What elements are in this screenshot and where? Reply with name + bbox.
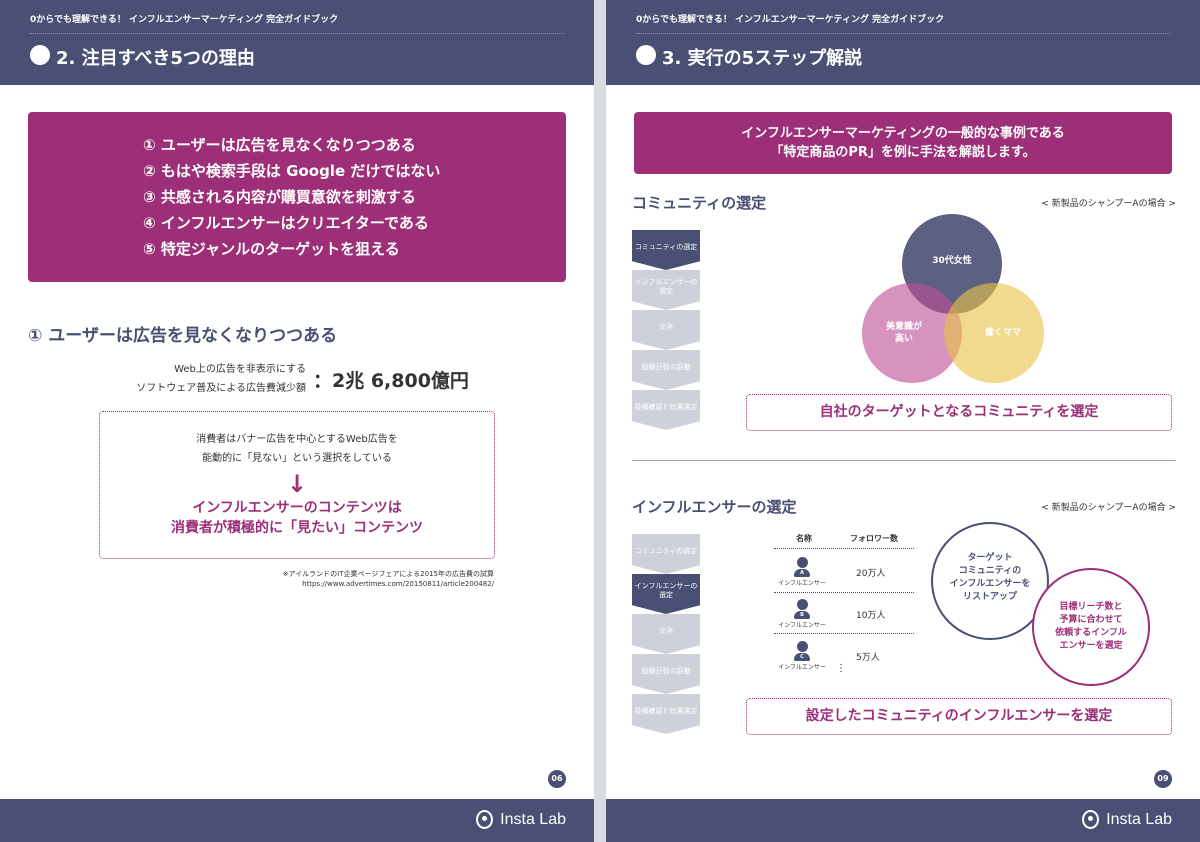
source-note-text: ※アイルランドのIT企業ページフェアによる2015年の広告費の試算 xyxy=(282,570,494,578)
table-header-followers: フォロワー数 xyxy=(850,534,898,543)
table-divider xyxy=(774,592,914,593)
header-divider xyxy=(30,33,564,34)
reason-item: ④ インフルエンサーはクリエイターである xyxy=(143,214,429,232)
step-schedule: 投稿日程の調整 xyxy=(632,350,700,390)
case-box: インフルエンサーマーケティングの一般的な事例である 「特定商品のPR」を例に手法… xyxy=(634,112,1172,174)
influencer-avatar: B インフルエンサー xyxy=(772,599,832,629)
highlight-line: 消費者が積極的に「見たい」コンテンツ xyxy=(171,520,423,536)
source-note: ※アイルランドのIT企業ページフェアによる2015年の広告費の試算 https:… xyxy=(283,569,494,589)
circle-line: 目標リーチ数と xyxy=(1059,602,1123,612)
table-header-name: 名称 xyxy=(796,534,812,543)
reason-item: ① ユーザーは広告を見なくなりつつある xyxy=(143,136,416,154)
section-divider xyxy=(632,460,1176,461)
brand-logo: Insta Lab xyxy=(476,810,566,829)
bullet-icon xyxy=(636,45,656,65)
step-measure: 投稿確認と効果測定 xyxy=(632,390,700,430)
consumer-text-line: 能動的に「見ない」という選択をしている xyxy=(202,453,392,464)
table-divider xyxy=(774,633,914,634)
step-influencer: インフルエンサーの選定 xyxy=(632,574,700,614)
venn-circle-working-moms: 働くママ xyxy=(944,283,1044,383)
venn-label-line: 高い xyxy=(894,334,913,344)
reason-item: ⑤ 特定ジャンルのターゲットを狙える xyxy=(143,240,400,258)
reason-item: ② もはや検索手段は Google だけではない xyxy=(143,162,441,180)
step-list: コミュニティの選定 インフルエンサーの選定 交渉 投稿日程の調整 投稿確認と効果… xyxy=(632,230,700,430)
influencer-title: インフルエンサーの選定 xyxy=(632,498,797,516)
stat-label-line: ソフトウェア普及による広告費減少額 xyxy=(136,383,306,394)
stat-label: Web上の広告を非表示にする ソフトウェア普及による広告費減少額 xyxy=(136,360,306,398)
page-title: 2. 注目すべき5つの理由 xyxy=(56,48,255,69)
page-footer: Insta Lab xyxy=(0,799,594,842)
brand-name: Insta Lab xyxy=(1106,810,1172,828)
influencer-banner: 設定したコミュニティのインフルエンサーを選定 xyxy=(746,698,1172,735)
camera-icon xyxy=(1082,810,1100,829)
circle-line: エンサーを選定 xyxy=(1059,641,1123,651)
brand-name: Insta Lab xyxy=(500,810,566,828)
brand-logo: Insta Lab xyxy=(1082,810,1172,829)
arrow-down-icon: ↓ xyxy=(286,470,308,498)
page-number: 09 xyxy=(1154,770,1172,788)
step-schedule: 投稿日程の調整 xyxy=(632,654,700,694)
influencer-label: インフルエンサー xyxy=(778,664,826,671)
circle-line: インフルエンサーを xyxy=(949,579,1031,589)
step-negotiation: 交渉 xyxy=(632,310,700,350)
more-icon: ⋮ xyxy=(836,663,846,674)
circle-line: 依頼するインフル xyxy=(1055,628,1127,638)
page-number: 06 xyxy=(548,770,566,788)
case-note: < 新製品のシャンプーAの場合 > xyxy=(1041,199,1176,209)
influencer-badge: A xyxy=(794,569,810,577)
case-line: 「特定商品のPR」を例に手法を解説します。 xyxy=(770,145,1036,160)
influencer-label: インフルエンサー xyxy=(778,622,826,629)
influencer-badge: B xyxy=(794,611,810,619)
person-icon xyxy=(796,557,808,568)
influencer-badge: C xyxy=(794,653,810,661)
reason-item: ③ 共感される内容が購買意欲を刺激する xyxy=(143,188,416,206)
table-divider xyxy=(774,548,914,549)
influencer-followers: 20万人 xyxy=(856,569,886,579)
page-header: 0からでも理解できる！ インフルエンサーマーケティング 完全ガイドブック 2. … xyxy=(0,0,594,85)
highlight-line: インフルエンサーのコンテンツは xyxy=(192,500,402,516)
person-icon xyxy=(796,599,808,610)
page-right: 0からでも理解できる！ インフルエンサーマーケティング 完全ガイドブック 3. … xyxy=(606,0,1200,842)
circle-line: リストアップ xyxy=(962,592,1017,602)
influencer-followers: 10万人 xyxy=(856,611,886,621)
step-community: コミュニティの選定 xyxy=(632,230,700,270)
step-list: コミュニティの選定 インフルエンサーの選定 交渉 投稿日程の調整 投稿確認と効果… xyxy=(632,534,700,734)
header-subtitle: 0からでも理解できる！ インフルエンサーマーケティング 完全ガイドブック xyxy=(636,15,945,25)
step-influencer: インフルエンサーの選定 xyxy=(632,270,700,310)
bullet-icon xyxy=(30,45,50,65)
stat-value: ：2兆 6,800億円 xyxy=(313,370,469,392)
circle-line: コミュニティの xyxy=(958,566,1022,576)
step-community: コミュニティの選定 xyxy=(632,534,700,574)
community-title: コミュニティの選定 xyxy=(632,194,767,212)
community-banner: 自社のターゲットとなるコミュニティを選定 xyxy=(746,394,1172,431)
camera-icon xyxy=(476,810,494,829)
case-note: < 新製品のシャンプーAの場合 > xyxy=(1041,503,1176,513)
highlight-text: インフルエンサーのコンテンツは 消費者が積極的に「見たい」コンテンツ xyxy=(100,498,494,538)
source-url: https://www.advertimes.com/20150811/arti… xyxy=(302,580,494,588)
venn-label-line: 美意識が xyxy=(885,322,922,332)
influencer-followers: 5万人 xyxy=(856,653,880,663)
influencer-label: インフルエンサー xyxy=(778,580,826,587)
step-measure: 投稿確認と効果測定 xyxy=(632,694,700,734)
header-divider xyxy=(636,33,1170,34)
circle-line: ターゲット xyxy=(967,553,1013,563)
page-header: 0からでも理解できる！ インフルエンサーマーケティング 完全ガイドブック 3. … xyxy=(606,0,1200,85)
page-title: 3. 実行の5ステップ解説 xyxy=(662,48,863,69)
header-subtitle: 0からでも理解できる！ インフルエンサーマーケティング 完全ガイドブック xyxy=(30,15,339,25)
case-line: インフルエンサーマーケティングの一般的な事例である xyxy=(741,126,1065,141)
select-circle: 目標リーチ数と 予算に合わせて 依頼するインフル エンサーを選定 xyxy=(1032,568,1150,686)
influencer-avatar: C インフルエンサー xyxy=(772,641,832,671)
consumer-box: 消費者はバナー広告を中心とするWeb広告を 能動的に「見ない」という選択をしてい… xyxy=(99,411,495,559)
page-left: 0からでも理解できる！ インフルエンサーマーケティング 完全ガイドブック 2. … xyxy=(0,0,594,842)
reasons-box: ① ユーザーは広告を見なくなりつつある ② もはや検索手段は Google だけ… xyxy=(28,112,566,282)
step-negotiation: 交渉 xyxy=(632,614,700,654)
circle-line: 予算に合わせて xyxy=(1059,615,1123,625)
consumer-text: 消費者はバナー広告を中心とするWeb広告を 能動的に「見ない」という選択をしてい… xyxy=(100,430,494,468)
person-icon xyxy=(796,641,808,652)
stat-label-line: Web上の広告を非表示にする xyxy=(174,364,306,375)
consumer-text-line: 消費者はバナー広告を中心とするWeb広告を xyxy=(196,434,398,445)
page-footer: Insta Lab xyxy=(606,799,1200,842)
influencer-avatar: A インフルエンサー xyxy=(772,557,832,587)
section-title: ① ユーザーは広告を見なくなりつつある xyxy=(28,326,338,346)
